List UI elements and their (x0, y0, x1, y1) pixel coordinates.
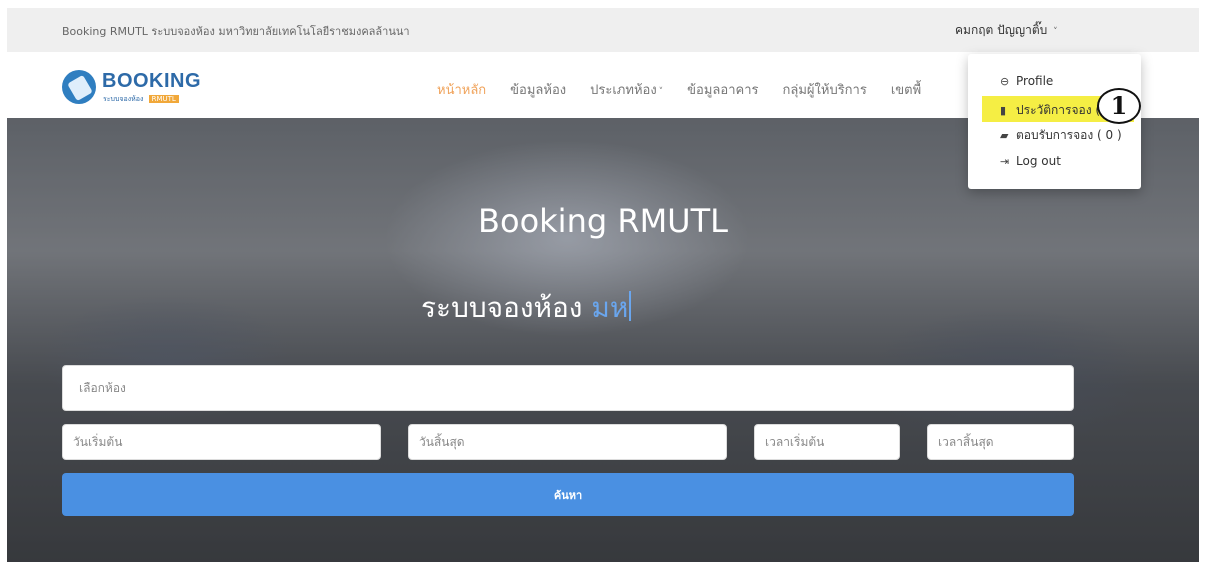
nav-item-zone[interactable]: เขตพื้ (891, 79, 921, 100)
user-name[interactable]: คมกฤต ปัญญาติ๊บ (955, 23, 1047, 37)
logo-subtitle: ระบบจองห้อง RMUTL (103, 94, 179, 105)
nav-item-home[interactable]: หน้าหลัก (437, 79, 486, 100)
booking-logo[interactable]: BOOKING ระบบจองห้อง RMUTL (62, 68, 212, 108)
bookmark-icon: ▮ (1000, 104, 1007, 117)
room-select-input[interactable] (63, 366, 1073, 410)
start-time-field[interactable] (754, 424, 900, 460)
nav-item-room-type-label[interactable]: ประเภทห้อง (590, 83, 657, 98)
nav-item-room-info[interactable]: ข้อมูลห้อง (510, 79, 566, 100)
dropdown-history-label[interactable]: ประวัติการจอง ( (1016, 103, 1100, 117)
sign-out-icon: ⇥ (1000, 155, 1010, 168)
booking-tag-icon (62, 70, 96, 104)
user-circle-icon: ⊖ (1000, 75, 1010, 88)
search-button[interactable]: ค้นหา (62, 473, 1074, 516)
end-time-input[interactable] (928, 425, 1073, 459)
hero-tagline: ระบบจองห้อง มห (421, 286, 632, 330)
typing-cursor (629, 291, 632, 321)
start-date-input[interactable] (63, 425, 380, 459)
top-bar: Booking RMUTL ระบบจองห้อง มหาวิทยาลัยเทค… (7, 8, 1199, 52)
end-time-field[interactable] (927, 424, 1074, 460)
nav-item-building-info[interactable]: ข้อมูลอาคาร (687, 79, 758, 100)
nav-item-room-type[interactable]: ประเภทห้อง ˅ (590, 79, 663, 100)
site-title: Booking RMUTL ระบบจองห้อง มหาวิทยาลัยเทค… (62, 25, 410, 38)
user-menu-toggle[interactable]: คมกฤต ปัญญาติ๊บ ˅ (955, 21, 1058, 40)
chevron-down-icon[interactable]: ˅ (659, 87, 664, 97)
nav-menu: หน้าหลัก ข้อมูลห้อง ประเภทห้อง ˅ ข้อมูลอา… (437, 79, 945, 100)
hero-tagline-typed: มห (591, 291, 629, 324)
dropdown-reply-label[interactable]: ตอบรับการจอง ( 0 ) (1016, 128, 1122, 142)
room-select-field[interactable] (62, 365, 1074, 411)
chevron-down-icon[interactable]: ˅ (1053, 27, 1058, 37)
dropdown-item-booking-replies[interactable]: ▰ ตอบรับการจอง ( 0 ) (1000, 126, 1122, 145)
end-date-input[interactable] (409, 425, 726, 459)
dropdown-item-profile[interactable]: ⊖ Profile (1000, 74, 1053, 88)
logo-subtitle-highlight: RMUTL (148, 95, 179, 103)
end-date-field[interactable] (408, 424, 727, 460)
hero-heading: Booking RMUTL (478, 202, 728, 240)
dropdown-logout-label[interactable]: Log out (1016, 154, 1061, 168)
step-number-badge: 1 (1097, 88, 1141, 124)
start-date-field[interactable] (62, 424, 381, 460)
logo-brand: BOOKING (102, 70, 202, 92)
logo-subtitle-text: ระบบจองห้อง (103, 95, 144, 103)
hero-tagline-prefix: ระบบจองห้อง (421, 291, 583, 324)
dropdown-profile-label[interactable]: Profile (1016, 74, 1053, 88)
nav-item-service-groups[interactable]: กลุ่มผู้ให้บริการ (783, 79, 867, 100)
dropdown-item-logout[interactable]: ⇥ Log out (1000, 154, 1061, 168)
start-time-input[interactable] (755, 425, 899, 459)
book-icon: ▰ (1000, 129, 1009, 142)
